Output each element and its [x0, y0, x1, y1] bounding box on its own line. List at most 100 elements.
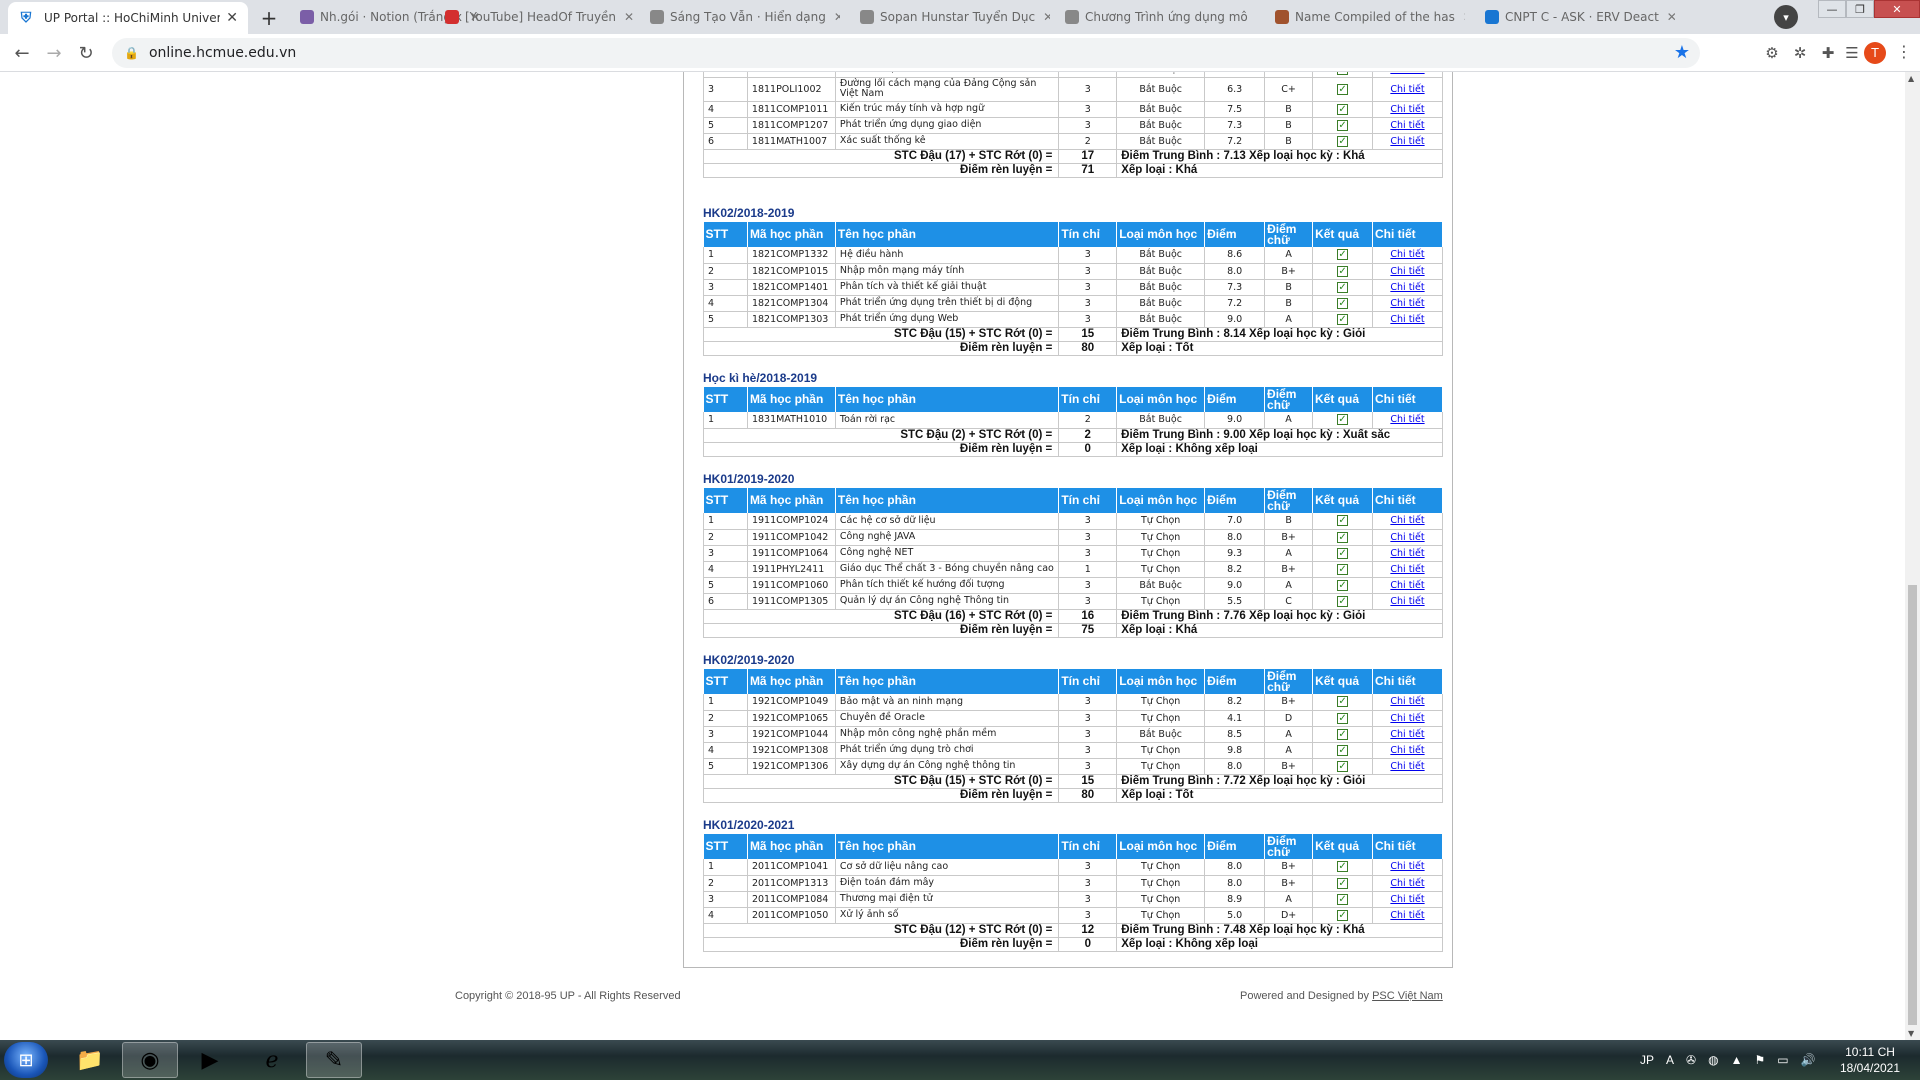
scroll-thumb[interactable] — [1908, 585, 1917, 1025]
detail-link[interactable]: Chi tiết — [1390, 861, 1424, 872]
taskbar-clock[interactable]: 10:11 CH 18/04/2021 — [1830, 1044, 1910, 1076]
row-credits: 3 — [1058, 907, 1118, 924]
row-credits: 2 — [1058, 133, 1118, 150]
column-header-result: Kết quả — [1312, 834, 1373, 859]
detail-link[interactable]: Chi tiết — [1390, 878, 1424, 889]
row-letter: B — [1264, 279, 1314, 296]
detail-link[interactable]: Chi tiết — [1390, 414, 1424, 425]
new-tab-button[interactable]: + — [256, 5, 282, 31]
start-button[interactable]: ⊞ — [4, 1042, 48, 1078]
language-indicator[interactable]: JP — [1640, 1053, 1654, 1067]
row-credits: 3 — [1058, 279, 1118, 296]
extension-off-icon[interactable]: ⚙ — [1762, 43, 1782, 63]
conduct-score: 80 — [1058, 341, 1118, 356]
tab-close-icon[interactable]: ✕ — [1043, 10, 1050, 24]
tab-close-icon[interactable]: ✕ — [624, 10, 634, 24]
lock-icon[interactable]: 🔒 — [124, 46, 139, 60]
row-type: Bắt Buộc — [1116, 101, 1206, 118]
detail-link[interactable]: Chi tiết — [1390, 72, 1424, 75]
grades-table: 11811COMP1016Cấu trúc dữ liệu3Bắt Buộc6.… — [702, 72, 1444, 178]
psc-link[interactable]: PSC Việt Nam — [1372, 990, 1443, 1002]
column-header-stt: STT — [703, 488, 748, 513]
detail-link[interactable]: Chi tiết — [1390, 548, 1424, 559]
background-tab-title: Sopan Hunstar Tuyển Dục — [880, 10, 1036, 24]
show-hidden-icons-icon[interactable]: ▲ — [1731, 1053, 1743, 1067]
background-tab[interactable]: Sopan Hunstar Tuyển Dục ✕ — [860, 6, 1050, 28]
detail-link[interactable]: Chi tiết — [1390, 745, 1424, 756]
tab-close-icon[interactable]: ✕ — [1463, 10, 1465, 24]
action-center-flag-icon[interactable]: ⚑ — [1754, 1053, 1765, 1067]
detail-link[interactable]: Chi tiết — [1390, 120, 1424, 131]
chrome-taskbar-icon[interactable]: ◉ — [122, 1042, 178, 1078]
row-code: 1911COMP1305 — [747, 593, 836, 610]
background-tab[interactable]: Sáng Tạo Vẫn · Hiển dạng ✕ — [650, 6, 840, 28]
passed-checkbox-icon: ✓ — [1337, 119, 1349, 131]
address-bar[interactable]: 🔒 online.hcmue.edu.vn ★ — [112, 38, 1700, 68]
page-scrollbar[interactable]: ▲ ▼ — [1905, 72, 1920, 1040]
detail-link[interactable]: Chi tiết — [1390, 910, 1424, 921]
display-icon[interactable]: ▭ — [1777, 1053, 1788, 1067]
tools-icon[interactable]: ✇ — [1686, 1053, 1696, 1067]
background-tab[interactable]: Name Compiled of the has ✕ — [1275, 6, 1465, 28]
minimize-button[interactable]: — — [1818, 0, 1846, 18]
tab-close-icon[interactable]: ✕ — [834, 10, 840, 24]
detail-link[interactable]: Chi tiết — [1390, 298, 1424, 309]
detail-link[interactable]: Chi tiết — [1390, 515, 1424, 526]
table-row: 3 1921COMP1044 Nhập môn công nghệ phần mềm… — [703, 726, 1443, 743]
tab-close-icon[interactable]: ✕ — [226, 10, 238, 26]
grades-table: STT Mã học phần Tên học phần Tín chỉ Loại mô… — [702, 669, 1443, 803]
tab-search-icon[interactable]: ▾ — [1774, 5, 1798, 29]
ime-icon[interactable]: A — [1666, 1053, 1674, 1067]
detail-link[interactable]: Chi tiết — [1390, 532, 1424, 543]
column-header-score: Điểm — [1204, 834, 1266, 859]
detail-link[interactable]: Chi tiết — [1390, 249, 1424, 260]
paint-icon[interactable]: ✎ — [306, 1042, 362, 1078]
extension-gear-icon[interactable]: ✲ — [1790, 43, 1810, 63]
row-result: ✓ — [1312, 247, 1373, 264]
summary-row-credits: STC Đậu (2) + STC Rớt (0) = 2 Điểm Trung B… — [702, 428, 1443, 443]
window-close-button[interactable]: ✕ — [1874, 0, 1920, 18]
detail-link[interactable]: Chi tiết — [1390, 282, 1424, 293]
tab-close-icon[interactable]: ✕ — [1667, 10, 1675, 24]
reload-icon[interactable]: ↻ — [74, 41, 98, 65]
forward-arrow-icon[interactable]: → — [42, 41, 66, 65]
detail-link[interactable]: Chi tiết — [1390, 564, 1424, 575]
detail-link[interactable]: Chi tiết — [1390, 696, 1424, 707]
detail-link[interactable]: Chi tiết — [1390, 729, 1424, 740]
volume-icon[interactable]: 🔊 — [1801, 1053, 1816, 1067]
detail-link[interactable]: Chi tiết — [1390, 136, 1424, 147]
detail-link[interactable]: Chi tiết — [1390, 761, 1424, 772]
detail-link[interactable]: Chi tiết — [1390, 104, 1424, 115]
background-tab[interactable]: [YouTube] HeadOf Truyền ✕ — [445, 6, 635, 28]
passed-checkbox-icon: ✓ — [1337, 595, 1349, 607]
row-credits: 3 — [1058, 263, 1118, 280]
media-player-icon[interactable]: ▶ — [182, 1042, 238, 1078]
extensions-puzzle-icon[interactable]: ✚ — [1818, 43, 1838, 63]
detail-link[interactable]: Chi tiết — [1390, 84, 1424, 95]
row-stt: 6 — [703, 593, 748, 610]
background-tab[interactable]: Chương Trình ứng dụng mô✕ — [1065, 6, 1255, 28]
passed-checkbox-icon: ✓ — [1337, 563, 1349, 575]
back-arrow-icon[interactable]: ← — [10, 41, 34, 65]
detail-link[interactable]: Chi tiết — [1390, 580, 1424, 591]
reading-list-icon[interactable]: ☰ — [1842, 43, 1862, 63]
detail-link[interactable]: Chi tiết — [1390, 894, 1424, 905]
tab-up-portal[interactable]: ⛨ UP Portal :: HoChiMinh University ✕ — [8, 2, 248, 34]
detail-link[interactable]: Chi tiết — [1390, 713, 1424, 724]
profile-avatar[interactable]: T — [1864, 42, 1886, 64]
network-globe-icon[interactable]: ◍ — [1708, 1053, 1718, 1067]
file-explorer-icon[interactable]: 📁 — [62, 1042, 118, 1078]
row-stt: 4 — [703, 561, 748, 578]
menu-dots-icon[interactable]: ⋮ — [1896, 42, 1912, 61]
scroll-up-arrow-icon[interactable]: ▲ — [1908, 74, 1914, 83]
row-score: 8.0 — [1204, 263, 1266, 280]
scroll-down-arrow-icon[interactable]: ▼ — [1908, 1029, 1914, 1038]
detail-link[interactable]: Chi tiết — [1390, 266, 1424, 277]
row-letter: B+ — [1264, 561, 1314, 578]
background-tab[interactable]: CNPT C - ASK · ERV Deact ✕ — [1485, 6, 1675, 28]
detail-link[interactable]: Chi tiết — [1390, 596, 1424, 607]
maximize-button[interactable]: ❐ — [1846, 0, 1874, 18]
detail-link[interactable]: Chi tiết — [1390, 314, 1424, 325]
internet-explorer-icon[interactable]: ℯ — [244, 1042, 300, 1078]
bookmark-star-icon[interactable]: ★ — [1674, 42, 1690, 63]
